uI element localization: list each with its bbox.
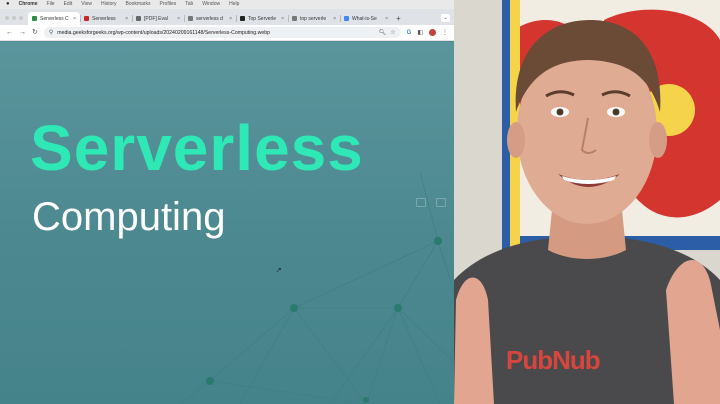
browser-tab[interactable]: top serverle × <box>288 12 340 25</box>
browser-tab[interactable]: Serverless C × <box>28 12 80 25</box>
menu-view[interactable]: View <box>81 0 92 9</box>
menu-profiles[interactable]: Profiles <box>160 0 177 9</box>
menu-bookmarks[interactable]: Bookmarks <box>126 0 151 9</box>
tab-close-icon[interactable]: × <box>73 16 76 22</box>
tab-close-icon[interactable]: × <box>177 16 180 22</box>
menu-help[interactable]: Help <box>229 0 239 9</box>
browser-tab[interactable]: [PDF] Eval × <box>132 12 184 25</box>
menu-tab[interactable]: Tab <box>185 0 193 9</box>
browser-tab[interactable]: What-is-Se × <box>340 12 392 25</box>
mouse-cursor-icon: ➚ <box>276 267 282 274</box>
webcam-feed: PubNub <box>454 0 720 404</box>
headline-serverless: Serverless <box>30 112 364 184</box>
tab-label: Top Serverle <box>248 15 277 22</box>
menu-window[interactable]: Window <box>202 0 220 9</box>
tab-label: Serverless C <box>40 15 69 22</box>
tab-close-icon[interactable]: × <box>333 16 336 22</box>
headline-computing: Computing <box>32 195 226 239</box>
browser-tab[interactable]: Serverless × <box>80 12 132 25</box>
tab-label: Serverless <box>92 15 116 22</box>
image-overlay-controls <box>416 198 446 207</box>
apple-icon[interactable]: ● <box>6 0 10 9</box>
back-button[interactable]: ← <box>6 29 13 36</box>
tab-list: Serverless C × Serverless × [PDF] Eval × serve… <box>28 12 392 25</box>
tab-favicon-icon <box>292 16 297 21</box>
address-bar[interactable]: ⚲ media.geeksforgeeks.org/wp-content/upl… <box>43 27 401 38</box>
menu-file[interactable]: File <box>47 0 55 9</box>
tab-favicon-icon <box>240 16 245 21</box>
profile-avatar[interactable] <box>429 29 436 36</box>
menu-history[interactable]: History <box>101 0 117 9</box>
tab-label: [PDF] Eval <box>144 15 168 22</box>
tab-close-icon[interactable]: × <box>385 16 388 22</box>
mac-menubar: ● Chrome File Edit View History Bookmark… <box>0 0 454 9</box>
minimize-window-button[interactable] <box>12 16 16 20</box>
tab-search-chevron-icon[interactable]: ⌄ <box>441 14 450 22</box>
tab-favicon-icon <box>84 16 89 21</box>
tab-label: top serverle <box>300 15 327 22</box>
tab-close-icon[interactable]: × <box>125 16 128 22</box>
browser-tab[interactable]: serverless d × <box>184 12 236 25</box>
browser-toolbar: ← → ↻ ⚲ media.geeksforgeeks.org/wp-conte… <box>0 25 454 41</box>
extension-icon[interactable]: ◧ <box>417 29 423 36</box>
shirt-logo-text: PubNub <box>506 345 601 375</box>
tab-strip: Serverless C × Serverless × [PDF] Eval × serve… <box>0 9 454 25</box>
webcam-scene <box>454 0 720 404</box>
page-content: Serverless Computing ➚ <box>0 42 454 404</box>
tab-label: serverless d <box>196 15 223 22</box>
tab-favicon-icon <box>32 16 37 21</box>
more-menu-icon[interactable]: ⋮ <box>442 29 448 36</box>
site-info-icon[interactable]: ⚲ <box>49 29 53 36</box>
tab-favicon-icon <box>188 16 193 21</box>
menu-app-name[interactable]: Chrome <box>19 0 38 9</box>
tab-favicon-icon <box>344 16 349 21</box>
translate-icon[interactable] <box>436 198 446 207</box>
window-controls <box>0 16 28 25</box>
tab-label: What-is-Se <box>352 15 377 22</box>
forward-button[interactable]: → <box>19 29 26 36</box>
address-url[interactable]: media.geeksforgeeks.org/wp-content/uploa… <box>57 30 374 36</box>
zoom-window-button[interactable] <box>19 16 23 20</box>
new-tab-button[interactable]: + <box>392 14 405 25</box>
zoom-icon[interactable]: 🔍︎ <box>379 29 387 36</box>
google-extension-icon[interactable]: G <box>407 30 412 36</box>
close-window-button[interactable] <box>5 16 9 20</box>
browser-window: ● Chrome File Edit View History Bookmark… <box>0 0 454 404</box>
bookmark-star-icon[interactable]: ☆ <box>390 29 395 36</box>
image-search-icon[interactable] <box>416 198 426 207</box>
browser-tab[interactable]: Top Serverle × <box>236 12 288 25</box>
tab-close-icon[interactable]: × <box>281 16 284 22</box>
menu-edit[interactable]: Edit <box>64 0 73 9</box>
reload-button[interactable]: ↻ <box>32 29 38 36</box>
tab-favicon-icon <box>136 16 141 21</box>
tab-close-icon[interactable]: × <box>229 16 232 22</box>
